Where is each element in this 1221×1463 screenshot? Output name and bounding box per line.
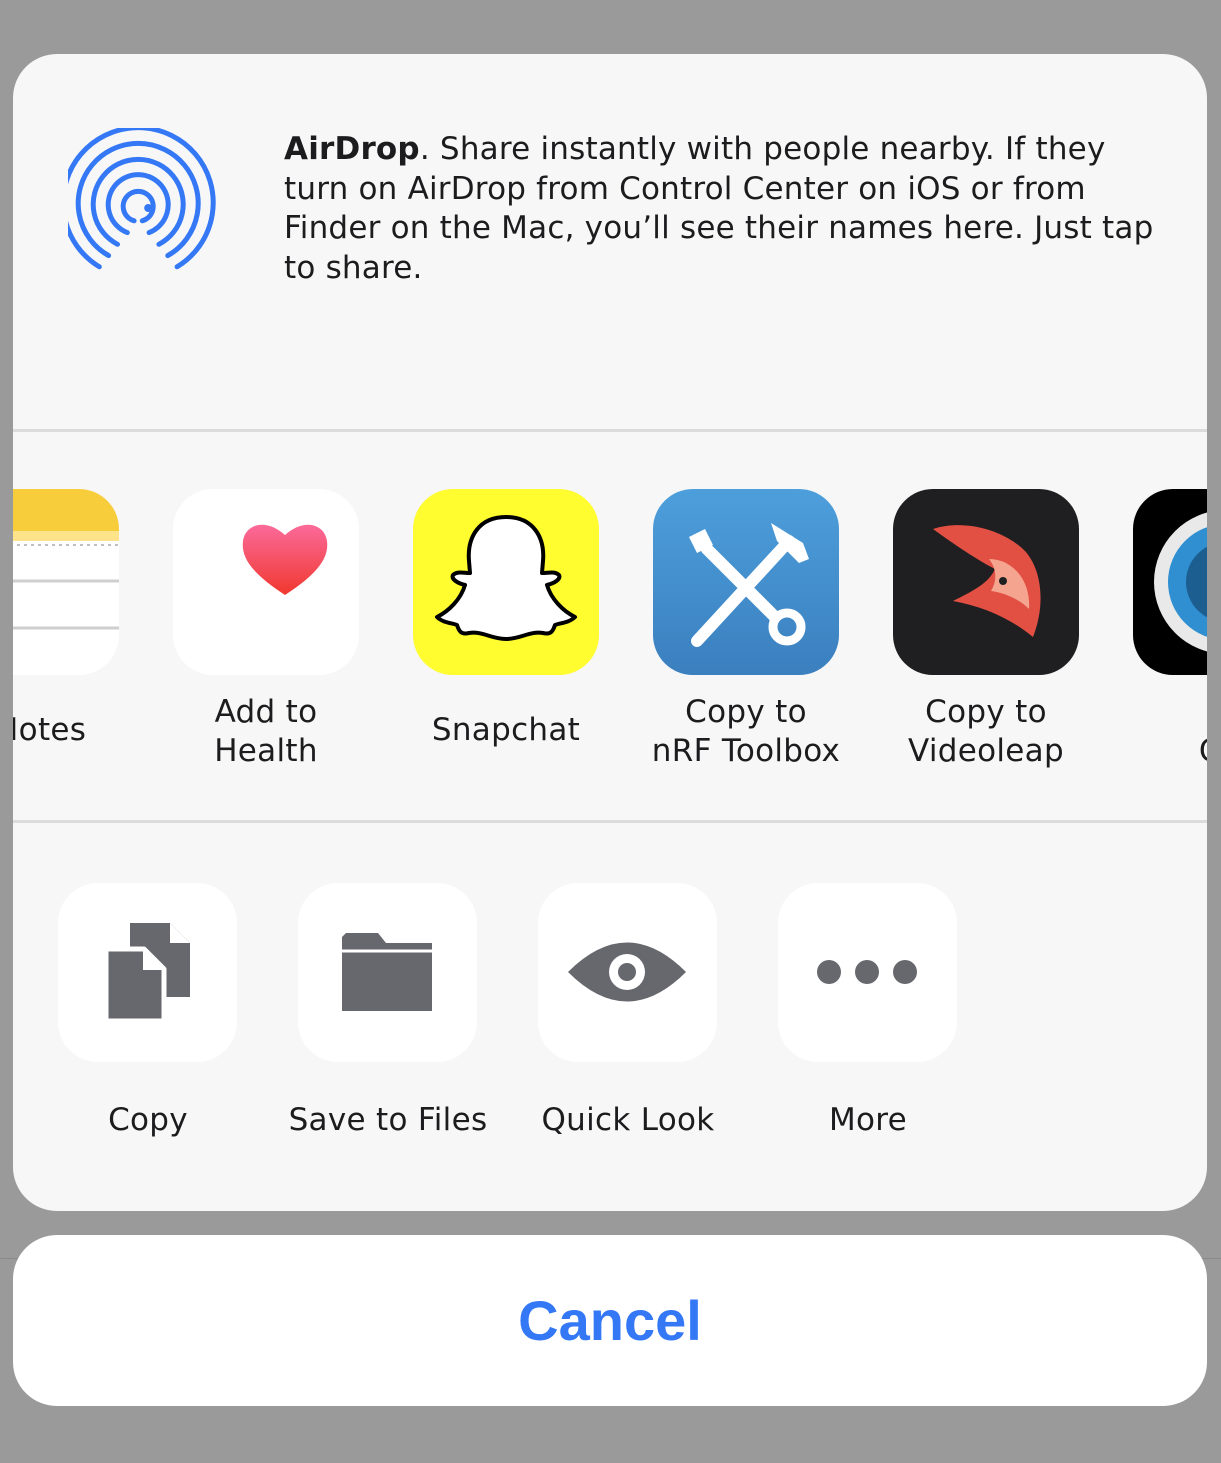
app-label-nrf-toolbox: Copy to nRF Toolbox: [651, 694, 841, 769]
app-label-videoleap: Copy to Videoleap: [908, 694, 1064, 769]
app-label-camera: Co Car: [1106, 693, 1207, 771]
quick-look-label: Quick Look: [541, 1102, 715, 1138]
app-label-notes: o Notes: [13, 712, 87, 748]
copy-icon: [103, 923, 190, 1024]
airdrop-title: AirDrop: [284, 131, 420, 167]
copy-button[interactable]: [58, 883, 237, 1062]
camera-app-icon: [1154, 512, 1207, 652]
airdrop-description: AirDrop. Share instantly with people nea…: [284, 130, 1174, 288]
airdrop-icon: [68, 128, 216, 270]
copy-label: Copy: [108, 1102, 188, 1138]
app-label-health: Add to Health: [214, 694, 318, 769]
nrf-toolbox-app-icon: [689, 523, 809, 647]
more-button[interactable]: [778, 883, 957, 1062]
save-to-files-button[interactable]: [298, 883, 477, 1062]
more-dots-icon: [817, 960, 917, 984]
more-label: More: [828, 1102, 908, 1138]
eye-icon: [568, 942, 686, 1002]
app-snapchat[interactable]: [413, 489, 599, 675]
app-health[interactable]: [173, 489, 359, 675]
folder-icon: [342, 933, 432, 1011]
app-notes[interactable]: [13, 489, 119, 675]
save-to-files-label: Save to Files: [288, 1102, 488, 1138]
app-nrf-toolbox[interactable]: [653, 489, 839, 675]
apps-divider: [13, 820, 1207, 823]
health-app-icon: [242, 524, 328, 595]
cancel-button[interactable]: Cancel: [13, 1235, 1207, 1406]
share-sheet: AirDrop. Share instantly with people nea…: [13, 54, 1207, 1211]
app-videoleap[interactable]: [893, 489, 1079, 675]
quick-look-button[interactable]: [538, 883, 717, 1062]
videoleap-app-icon: [933, 525, 1041, 637]
snapchat-app-icon: [435, 515, 577, 641]
app-camera[interactable]: [1133, 489, 1207, 675]
airdrop-divider: [13, 429, 1207, 432]
notes-app-icon: [13, 489, 119, 630]
app-label-snapchat: Snapchat: [431, 712, 581, 748]
